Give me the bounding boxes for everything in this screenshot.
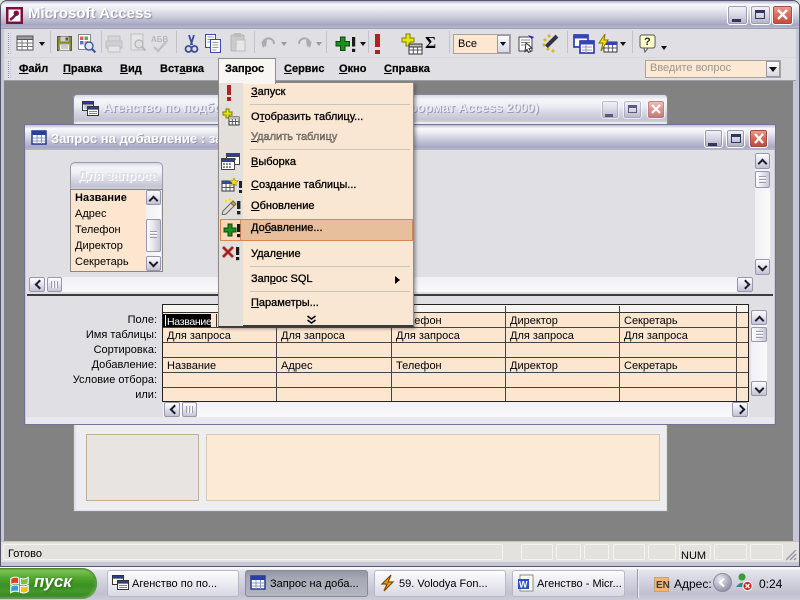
svg-text:W: W (519, 580, 528, 590)
svg-text:?: ? (644, 36, 651, 48)
